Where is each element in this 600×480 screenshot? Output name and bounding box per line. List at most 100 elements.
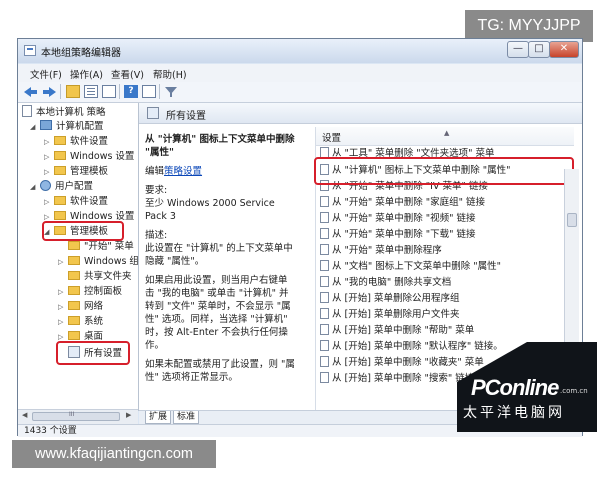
tree-item-label: 本地计算机 策略 — [36, 107, 106, 118]
tree-item-label: 计算机配置 — [56, 121, 104, 132]
tree-horizontal-scrollbar[interactable]: ◀ III ▶ — [18, 409, 138, 424]
folder-icon — [54, 166, 66, 175]
maximize-button[interactable]: □ — [528, 41, 550, 58]
menu-help[interactable]: 帮助(H) — [153, 67, 187, 81]
expander-icon[interactable]: ▷ — [58, 285, 63, 299]
tab-standard[interactable]: 标准 — [173, 411, 200, 424]
highlight-all-settings — [56, 341, 130, 365]
filter-icon[interactable] — [164, 85, 178, 98]
list-item-label: 从 "开始" 菜单中删除程序 — [332, 245, 442, 256]
list-item[interactable]: 从 "开始" 菜单中删除 "家庭组" 链接 — [320, 196, 485, 210]
description-block: 描述: 此设置在 "计算机" 的上下文菜单中隐藏 "属性"。 — [145, 229, 295, 268]
list-item[interactable]: 从 [开始] 菜单中删除 "帮助" 菜单 — [320, 324, 474, 338]
list-item[interactable]: 从 "我的电脑" 删除共享文档 — [320, 276, 451, 290]
setting-icon — [320, 324, 329, 335]
properties-icon[interactable] — [142, 85, 156, 98]
tree-item-control-panel[interactable]: ▷ 控制面板 — [58, 285, 122, 299]
back-arrow-icon[interactable] — [24, 85, 38, 98]
list-header-setting[interactable]: 设置 ▲ — [316, 127, 574, 146]
list-item[interactable]: 从 "开始" 菜单中删除 "下载" 链接 — [320, 228, 476, 242]
list-item-label: 从 "开始" 菜单中删除 "视频" 链接 — [332, 213, 476, 224]
tree-pane: 本地计算机 策略 ◢ 计算机配置 ▷ 软件设置 ▷ Windows 设置 ▷ 管理模板 … — [18, 103, 139, 411]
list-item-label: 从 "我的电脑" 删除共享文档 — [332, 277, 452, 288]
highlight-admin-templates — [42, 221, 124, 241]
minimize-button[interactable]: — — [507, 41, 529, 58]
requirements-label: 要求: — [145, 185, 168, 196]
list-item[interactable]: 从 [开始] 菜单删除公用程序组 — [320, 292, 459, 306]
description-label: 描述: — [145, 230, 168, 241]
toolbar-separator — [60, 84, 61, 99]
description-text: 此设置在 "计算机" 的上下文菜单中隐藏 "属性"。 — [145, 243, 293, 267]
tree-item-shared-folders[interactable]: 共享文件夹 — [68, 270, 132, 284]
export-list-icon[interactable] — [102, 85, 116, 98]
menu-file[interactable]: 文件(F) — [30, 67, 62, 81]
expander-icon[interactable]: ▷ — [44, 195, 49, 209]
scroll-right-icon[interactable]: ▶ — [126, 411, 131, 419]
list-item[interactable]: 从 [开始] 菜单中删除 "收藏夹" 菜单 — [320, 356, 484, 370]
scroll-left-icon[interactable]: ◀ — [22, 411, 27, 419]
expander-icon[interactable]: ▷ — [44, 135, 49, 149]
expander-icon[interactable]: ▷ — [58, 300, 63, 314]
list-item[interactable]: 从 [开始] 菜单删除用户文件夹 — [320, 308, 459, 322]
tree-item-windows-components[interactable]: ▷ Windows 组 — [58, 255, 138, 269]
tree-item-user-config[interactable]: ◢ 用户配置 — [30, 180, 93, 194]
scroll-thumb[interactable]: III — [32, 411, 120, 421]
tree-item-label: 控制面板 — [84, 286, 123, 297]
setting-icon — [320, 292, 329, 303]
highlight-selected-setting — [314, 157, 574, 185]
folder-icon — [54, 136, 66, 145]
list-item-label: 从 [开始] 菜单中删除 "收藏夹" 菜单 — [332, 357, 484, 368]
policy-icon — [22, 105, 32, 117]
close-button[interactable]: ✕ — [549, 41, 579, 58]
tree-item-system[interactable]: ▷ 系统 — [58, 315, 103, 329]
enabled-text: 如果启用此设置，则当用户右键单击 "我的电脑" 或单击 "计算机" 并转到 "文… — [145, 275, 291, 351]
computer-icon — [40, 120, 52, 130]
folder-icon — [54, 151, 66, 160]
pconline-logo: PConline — [471, 375, 559, 400]
tab-extended[interactable]: 扩展 — [145, 411, 172, 424]
tree-item-label: 软件设置 — [70, 136, 109, 147]
list-item[interactable]: 从 "文档" 图标上下文菜单中删除 "属性" — [320, 260, 501, 274]
scroll-thumb[interactable] — [567, 213, 577, 227]
tree-item-start-menu[interactable]: "开始" 菜单 — [68, 240, 134, 254]
pconline-domain: .com.cn — [560, 387, 588, 395]
toolbar-separator — [159, 84, 160, 99]
tree-item-admin-templates[interactable]: ▷ 管理模板 — [44, 165, 108, 179]
expander-icon[interactable]: ▷ — [58, 255, 63, 269]
up-folder-icon[interactable] — [66, 85, 80, 98]
setting-icon — [320, 276, 329, 287]
expander-icon[interactable]: ▷ — [58, 315, 63, 329]
list-item[interactable]: 从 [开始] 菜单中删除 "默认程序" 链接。 — [320, 340, 503, 354]
tree-item-local-policy[interactable]: 本地计算机 策略 — [22, 105, 106, 119]
expander-icon[interactable]: ◢ — [30, 180, 35, 194]
menu-action[interactable]: 操作(A) — [70, 67, 103, 81]
requirements-value: 至少 Windows 2000 Service Pack 3 — [145, 198, 275, 222]
edit-policy-link[interactable]: 策略设置 — [164, 166, 202, 177]
help-icon[interactable]: ? — [124, 85, 138, 98]
tree-item-label: 共享文件夹 — [84, 271, 132, 282]
tree-item-windows-settings[interactable]: ▷ Windows 设置 — [44, 150, 134, 164]
tree-item-computer-config[interactable]: ◢ 计算机配置 — [30, 120, 104, 134]
show-hide-tree-icon[interactable] — [84, 85, 98, 98]
expander-icon[interactable]: ▷ — [44, 165, 49, 179]
tree-item-user-software[interactable]: ▷ 软件设置 — [44, 195, 108, 209]
expander-icon[interactable]: ◢ — [30, 120, 35, 134]
list-item[interactable]: 从 "开始" 菜单中删除 "视频" 链接 — [320, 212, 476, 226]
details-title: 所有设置 — [166, 111, 206, 122]
policy-description: 从 "计算机" 图标上下文菜单中删除 "属性" 编辑策略设置 要求: 至少 Win… — [145, 133, 295, 390]
list-item[interactable]: 从 [开始] 菜单中删除 "搜索" 链接 — [320, 372, 474, 386]
tree-item-software[interactable]: ▷ 软件设置 — [44, 135, 108, 149]
menu-view[interactable]: 查看(V) — [111, 67, 144, 81]
tree-item-label: Windows 设置 — [70, 151, 135, 162]
expander-icon[interactable]: ▷ — [44, 150, 49, 164]
setting-icon — [320, 260, 329, 271]
setting-icon — [320, 356, 329, 367]
folder-icon — [68, 331, 80, 340]
setting-icon — [320, 372, 329, 383]
list-item[interactable]: 从 "开始" 菜单中删除程序 — [320, 244, 442, 258]
toolbar: ? — [18, 82, 582, 103]
details-header: 所有设置 — [139, 103, 582, 124]
tree-item-network[interactable]: ▷ 网络 — [58, 300, 103, 314]
forward-arrow-icon[interactable] — [42, 85, 56, 98]
folder-icon — [54, 211, 66, 220]
